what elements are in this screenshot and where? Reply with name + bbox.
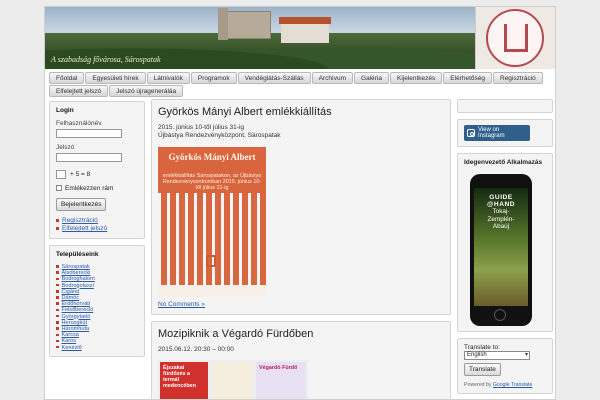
page-wrapper: A szabadság fővárosa, Sárospatak Főoldal… bbox=[44, 6, 556, 400]
banner-slogan: A szabadság fővárosa, Sárospatak bbox=[51, 55, 161, 64]
post-title[interactable]: Györkös Mányi Albert emlékkiállítás bbox=[158, 106, 444, 118]
poster-title: Györkös Mányi Albert bbox=[168, 152, 256, 162]
nav-row-2: Elfelejtett jelszó Jelszó újrageneráláa bbox=[49, 84, 553, 97]
register-link[interactable]: Regisztráció bbox=[56, 217, 138, 225]
poster-center-image bbox=[212, 361, 252, 399]
castle-image bbox=[218, 8, 271, 40]
nav-item-home[interactable]: Főoldal bbox=[49, 72, 85, 84]
main-content: Györkös Mányi Albert emlékkiállítás 2015… bbox=[151, 99, 451, 399]
poster-footer bbox=[158, 285, 266, 297]
poster-left-panel: Éjszakai fürdőzés a termál medencében bbox=[160, 361, 208, 399]
post-date: 2015.06.12. 20:30 – 00:00 bbox=[158, 346, 234, 353]
powered-prefix: Powered by bbox=[464, 382, 492, 388]
comments-link[interactable]: No Comments » bbox=[158, 301, 205, 308]
nav-row-1: Főoldal Egyesületi hírek Látnivalók Program… bbox=[49, 71, 553, 84]
left-sidebar: Login Felhasználónév Jelszó + 5 = 8 Emlé… bbox=[49, 101, 145, 357]
nav-item-logout[interactable]: Kijelentkezés bbox=[389, 72, 443, 84]
login-box: Login Felhasználónév Jelszó + 5 = 8 Emlé… bbox=[49, 101, 145, 239]
instagram-button[interactable]: View on Instagram bbox=[464, 125, 530, 141]
nav-item-archive[interactable]: Archívum bbox=[311, 72, 354, 84]
right-top-box bbox=[457, 99, 553, 113]
app-phone-image[interactable]: GUIDE @HAND Tokaj- Zemplén- Abaúj bbox=[470, 174, 532, 326]
google-translate-link[interactable]: Google Translate bbox=[493, 382, 533, 388]
remember-row: Emlékezzen rám bbox=[56, 185, 138, 192]
captcha-text: + 5 = 8 bbox=[70, 171, 91, 178]
post: Györkös Mányi Albert emlékkiállítás 2015… bbox=[151, 99, 451, 315]
nav-item-hospitality[interactable]: Vendéglátás-Szállás bbox=[237, 72, 311, 84]
instagram-icon bbox=[467, 129, 475, 137]
translate-label: Translate to: bbox=[464, 344, 500, 351]
logo-seal-icon bbox=[486, 9, 544, 67]
app-line-4: Zemplén- bbox=[487, 215, 515, 223]
forgot-password-link[interactable]: Elfelejtett jelszó bbox=[56, 225, 138, 233]
home-button-icon bbox=[494, 309, 506, 321]
app-box: Idegenvezető Alkalmazás GUIDE @HAND Toka… bbox=[457, 153, 553, 332]
app-line-5: Abaúj bbox=[492, 222, 510, 230]
password-label: Jelszó bbox=[56, 144, 75, 151]
nav-item-regenerate-password[interactable]: Jelszó újrageneráláa bbox=[109, 85, 184, 97]
nav-item-contact[interactable]: Elérhetőség bbox=[443, 72, 492, 84]
nav-item-register[interactable]: Regisztráció bbox=[493, 72, 543, 84]
nav-item-news[interactable]: Egyesületi hírek bbox=[85, 72, 146, 84]
powered-by: Powered by Google Translate bbox=[464, 382, 546, 388]
right-sidebar: View on Instagram Idegenvezető Alkalmazá… bbox=[457, 99, 553, 399]
header-banner: A szabadság fővárosa, Sárospatak bbox=[45, 7, 555, 69]
app-title: Idegenvezető Alkalmazás bbox=[464, 159, 543, 166]
building-image bbox=[279, 17, 331, 43]
remember-label: Emlékezzen rám bbox=[65, 185, 114, 192]
app-line-2: @HAND bbox=[487, 201, 515, 209]
post-date: 2015. június 10-től július 31-ig bbox=[158, 124, 244, 131]
post-place: Újbástya Rendezvényközpont, Sárospatak bbox=[158, 131, 281, 139]
password-input[interactable] bbox=[56, 153, 122, 162]
main-nav: Főoldal Egyesületi hírek Látnivalók Program… bbox=[49, 71, 553, 97]
logo[interactable] bbox=[475, 7, 555, 69]
username-input[interactable] bbox=[56, 129, 122, 138]
language-select[interactable]: English ▾ bbox=[464, 351, 530, 360]
poster-right-panel: Végardó Fürdő bbox=[256, 361, 306, 399]
town-link[interactable]: Kenézlő bbox=[56, 345, 138, 351]
event-poster[interactable]: Éjszakai fürdőzés a termál medencében Vé… bbox=[158, 359, 308, 399]
chevron-down-icon: ▾ bbox=[524, 352, 528, 358]
poster-forest-image bbox=[158, 193, 266, 285]
app-screen: GUIDE @HAND Tokaj- Zemplén- Abaúj bbox=[474, 188, 528, 306]
login-button[interactable]: Bejelentkezés bbox=[56, 198, 107, 211]
nav-item-gallery[interactable]: Galéria bbox=[354, 72, 389, 84]
nav-item-programs[interactable]: Programok bbox=[190, 72, 237, 84]
captcha-input[interactable] bbox=[56, 170, 66, 179]
remember-checkbox[interactable] bbox=[56, 185, 62, 192]
exhibition-poster[interactable]: Györkös Mányi Albert emlékkiállítás Sáro… bbox=[158, 147, 266, 297]
login-title: Login bbox=[56, 107, 74, 114]
post: Mozipiknik a Végardó Fürdőben 2015.06.12… bbox=[151, 321, 451, 399]
app-line-3: Tokaj- bbox=[492, 208, 510, 216]
translate-box: Translate to: English ▾ Translate Powered… bbox=[457, 338, 553, 394]
poster-subtitle: emlékkiállítás Sárospatakon, az Újbástya… bbox=[162, 173, 262, 191]
translate-button[interactable]: Translate bbox=[464, 363, 501, 376]
captcha-row: + 5 = 8 bbox=[56, 170, 138, 179]
instagram-label: View on Instagram bbox=[477, 127, 505, 139]
towns-title: Településeink bbox=[56, 251, 99, 258]
nav-item-sights[interactable]: Látnivalók bbox=[146, 72, 190, 84]
username-label: Felhasználónév bbox=[56, 120, 102, 127]
towns-box: Településeink Sárospatak Alsóberecki Bod… bbox=[49, 245, 145, 357]
post-title[interactable]: Mozipiknik a Végardó Fürdőben bbox=[158, 328, 444, 340]
fox-icon bbox=[206, 255, 216, 267]
app-line-1: GUIDE bbox=[489, 194, 513, 201]
instagram-box: View on Instagram bbox=[457, 119, 553, 147]
language-selected: English bbox=[467, 352, 487, 358]
nav-item-forgot-password[interactable]: Elfelejtett jelszó bbox=[49, 85, 109, 97]
